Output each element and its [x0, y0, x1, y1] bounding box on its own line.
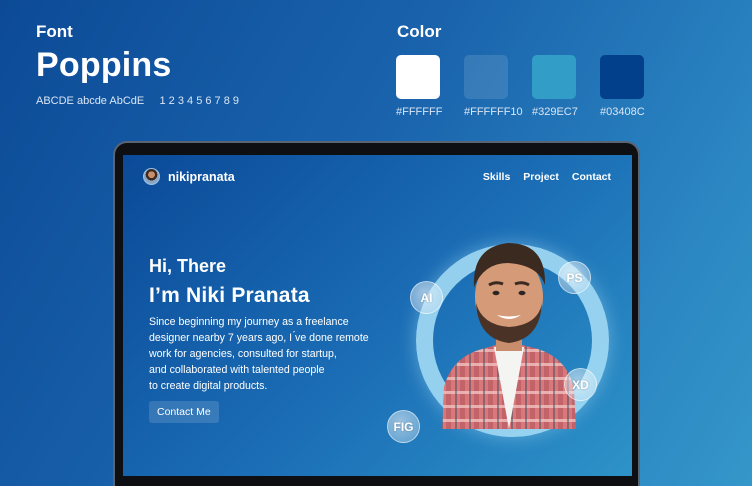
- color-chip: [396, 55, 440, 99]
- hero-headline: I’m Niki Pranata: [149, 284, 310, 307]
- hero-greeting: Hi, There: [149, 256, 227, 276]
- color-swatch: #03408C: [600, 55, 645, 118]
- color-heading: Color: [397, 22, 442, 41]
- font-sample-text: ABCDE abcde AbCdE 1 2 3 4 5 6 7 8 9: [36, 95, 240, 107]
- xd-tool-badge: XD: [564, 368, 597, 401]
- color-code: #329EC7: [532, 106, 578, 118]
- color-chip: [532, 55, 576, 99]
- main-nav: Skills Project Contact: [483, 171, 611, 183]
- nav-link-skills[interactable]: Skills: [483, 171, 510, 183]
- figma-tool-badge: FIG: [387, 410, 420, 443]
- ai-tool-badge: AI: [410, 281, 443, 314]
- laptop-mockup: nikipranata Skills Project Contact Hi, T…: [113, 141, 640, 486]
- brand-name: nikipranata: [168, 169, 235, 184]
- nav-link-contact[interactable]: Contact: [572, 171, 611, 183]
- hero-description: Since beginning my journey as a freelanc…: [149, 314, 399, 394]
- brand-logo[interactable]: nikipranata: [143, 168, 235, 185]
- font-family-name: Poppins: [36, 46, 172, 84]
- color-swatch: #FFFFFF10: [464, 55, 523, 118]
- color-swatch-list: #FFFFFF #FFFFFF10 #329EC7 #03408C: [396, 55, 645, 118]
- ps-tool-badge: PS: [558, 261, 591, 294]
- font-heading: Font: [36, 22, 73, 41]
- description-line: to create digital products.: [149, 380, 268, 392]
- color-code: #03408C: [600, 106, 645, 118]
- contact-me-button[interactable]: Contact Me: [149, 401, 219, 423]
- description-line: and collaborated with talented people: [149, 364, 325, 376]
- color-swatch: #329EC7: [532, 55, 578, 118]
- description-line: Since beginning my journey as a freelanc…: [149, 316, 349, 328]
- description-line: work for agencies, consulted for startup…: [149, 348, 337, 360]
- color-swatch: #FFFFFF: [396, 55, 443, 118]
- color-chip: [600, 55, 644, 99]
- color-chip: [464, 55, 508, 99]
- website-screen: nikipranata Skills Project Contact Hi, T…: [123, 155, 632, 476]
- description-line: designer nearby 7 years ago, I ́ve done …: [149, 332, 369, 344]
- nav-link-project[interactable]: Project: [523, 171, 559, 183]
- color-code: #FFFFFF10: [464, 106, 523, 118]
- avatar: [143, 168, 160, 185]
- color-code: #FFFFFF: [396, 106, 443, 118]
